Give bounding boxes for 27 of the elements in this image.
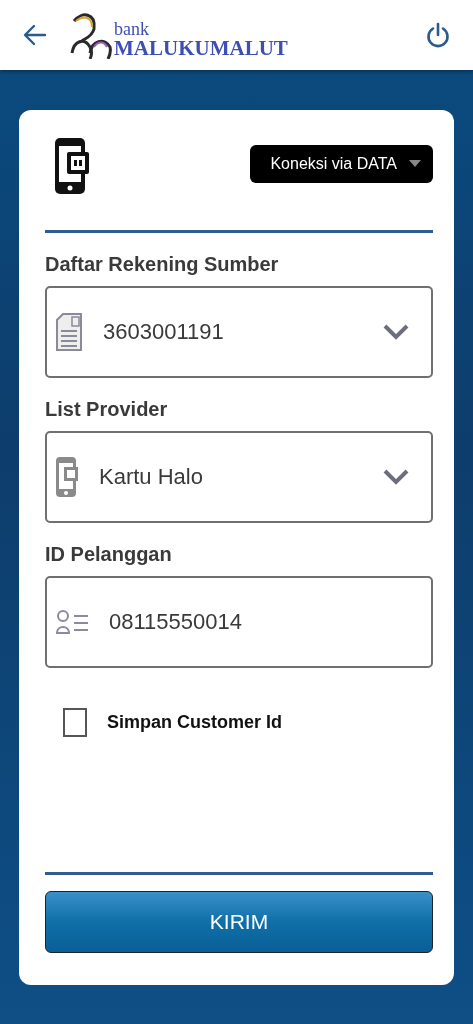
document-icon xyxy=(55,312,83,352)
dropdown-field[interactable]: 3603001191 xyxy=(45,286,433,378)
chevron-down-icon xyxy=(383,469,409,485)
field-value: 3603001191 xyxy=(103,319,225,345)
field-label: Daftar Rekening Sumber xyxy=(45,253,280,276)
checkbox-label: Simpan Customer Id xyxy=(107,712,283,733)
contact-list-icon xyxy=(55,609,89,635)
mobile-phone-icon xyxy=(53,136,91,196)
back-button[interactable] xyxy=(22,22,48,48)
field-label: List Provider xyxy=(45,398,169,421)
logo-text: bank xyxy=(114,20,150,38)
caret-icon xyxy=(409,160,421,168)
field-value: 08115550014 xyxy=(109,609,243,635)
input-field[interactable]: 08115550014 xyxy=(45,576,433,668)
dropdown-field[interactable]: Kartu Halo xyxy=(45,431,433,523)
submit-button[interactable]: KIRIM xyxy=(45,891,433,953)
power-icon xyxy=(425,21,451,49)
logout-button[interactable] xyxy=(425,21,451,49)
mobile-phone-icon xyxy=(55,456,79,498)
field-value: Kartu Halo xyxy=(99,464,204,490)
swoosh-logo-icon xyxy=(70,11,112,59)
connection-dropdown[interactable]: Koneksi via DATA xyxy=(250,145,433,183)
checkbox[interactable] xyxy=(63,708,87,737)
field-label: ID Pelanggan xyxy=(45,543,173,566)
logo-text: MALUKUMALUT xyxy=(114,38,288,59)
back-arrow-icon xyxy=(23,24,47,46)
chevron-down-icon xyxy=(383,324,409,340)
